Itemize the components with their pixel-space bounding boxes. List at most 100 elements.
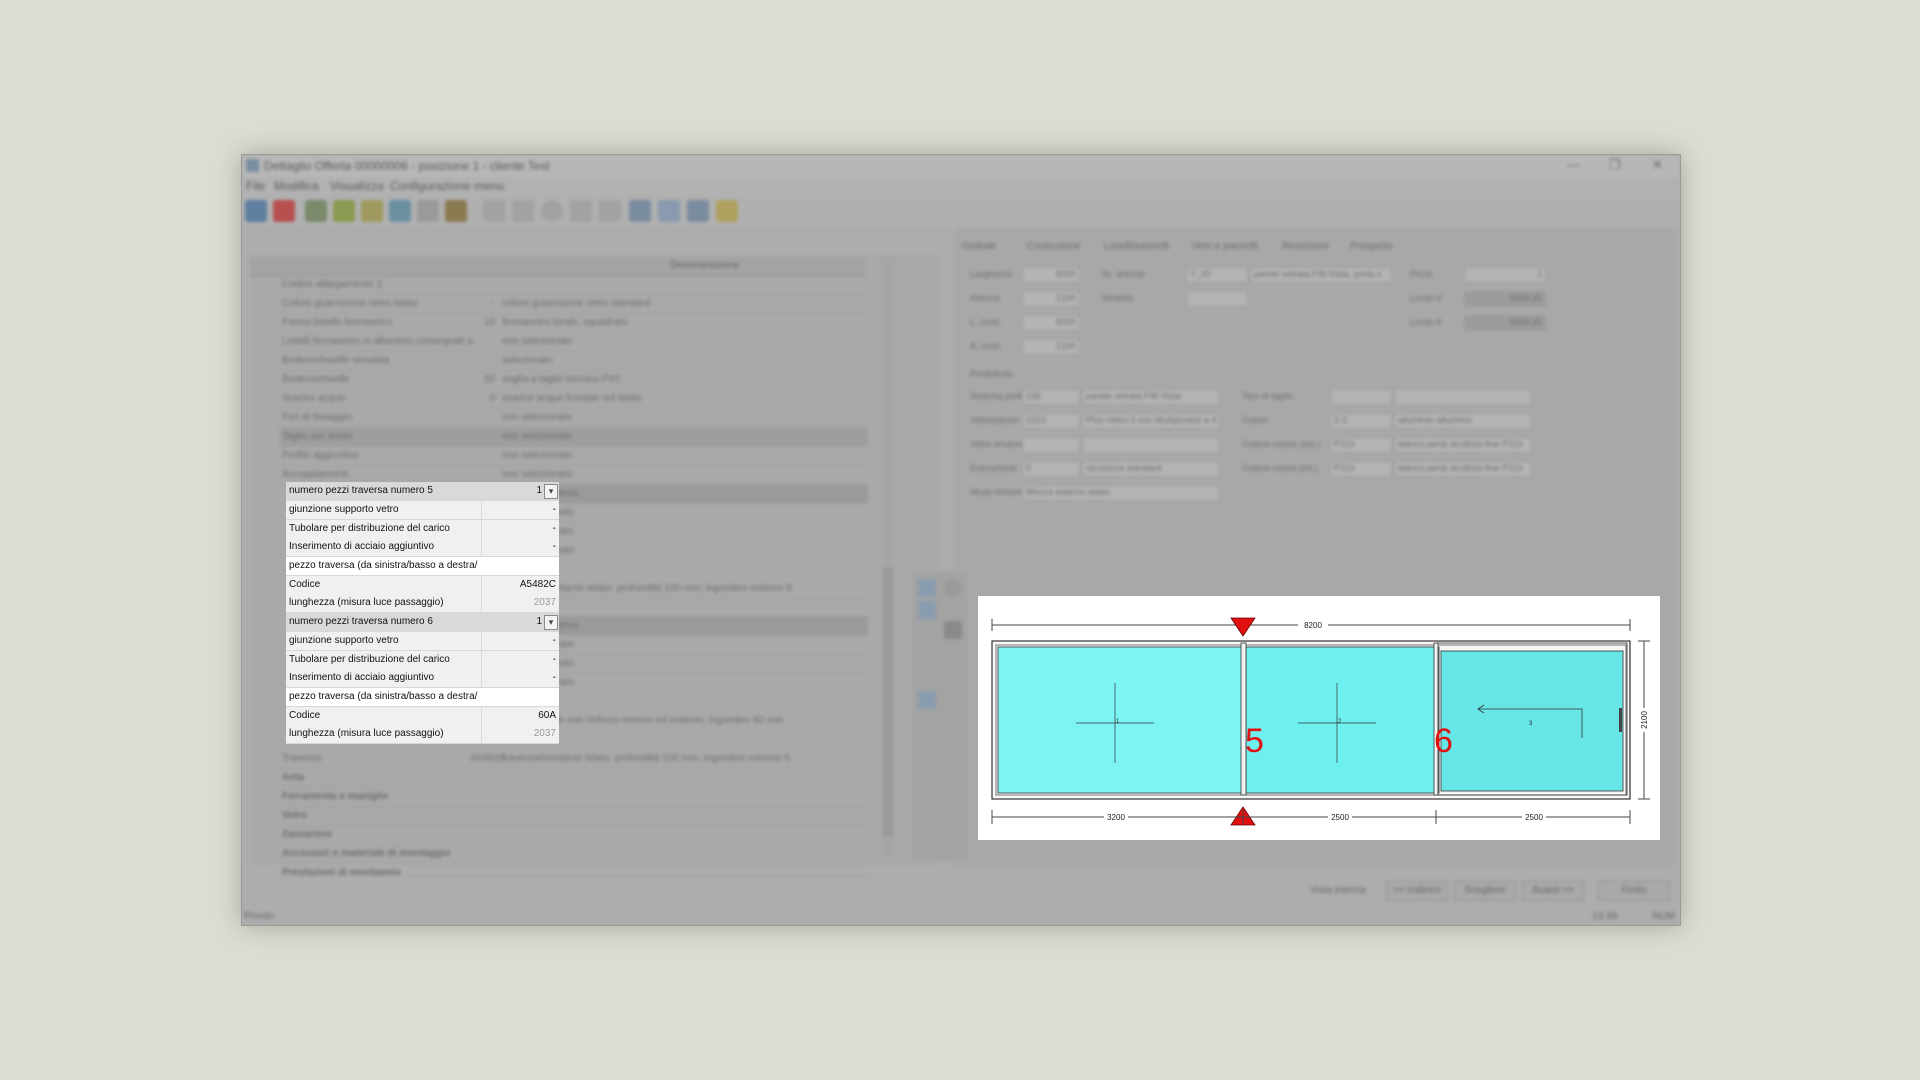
grid-row[interactable]: Listelli fermavetro in alluminio consegn… [280,332,868,352]
grid-row[interactable]: Codice allargamento 2 [280,275,868,295]
prev-record-icon[interactable] [512,200,534,222]
chevron-down-icon[interactable]: ▾ [544,484,558,499]
grid-row[interactable]: Forma listello fermavetro 10 fermavetro to… [280,313,868,333]
toolbar-shapes-icon[interactable] [389,200,411,222]
nr-articolo-field[interactable]: Y_00 [1186,267,1248,283]
maximize-icon[interactable]: ❐ [1609,157,1621,173]
grid-row[interactable]: Profilo aggiuntivo non selezionato [280,446,868,466]
grid-row[interactable]: Fori di fissaggio non selezionato [280,408,868,428]
table-row[interactable]: Tubolare per distribuzione del carico - [286,651,559,670]
tab-listelli[interactable]: Listelli/pannelli [1104,241,1169,252]
grid-row[interactable]: Zanzariere [280,825,868,845]
toolbar-wand-icon[interactable] [333,200,355,222]
table-row[interactable]: numero pezzi traversa numero 5 1 ▾ [286,482,559,501]
table-row[interactable]: pezzo traversa (da sinistra/basso a dest… [286,688,559,707]
grid-row[interactable]: Bodenschwelle 50 soglia a taglio termico P… [280,370,868,390]
finish-button[interactable]: Finito [1598,881,1670,901]
table-row[interactable]: numero pezzi traversa numero 6 1 ▾ [286,613,559,632]
toolbar-pencil-icon[interactable] [361,200,383,222]
vetro-ornamentale-field[interactable] [1022,437,1080,453]
toolbar-target-icon[interactable] [273,200,295,222]
table-row[interactable]: giunzione supporto vetro - [286,501,559,520]
esecuzione-field[interactable]: 0 [1022,461,1080,477]
tab-globale[interactable]: Globale [962,241,996,252]
l-costr-field[interactable]: 8200 [1022,315,1080,331]
choose-button[interactable]: Scegliere [1454,881,1516,901]
tab-restrizioni[interactable]: Restrizioni [1282,241,1329,252]
tab-costruzione[interactable]: Costruzione [1027,241,1080,252]
altezza-field[interactable]: 2100 [1022,291,1080,307]
table-row[interactable]: Codice 60A [286,707,559,726]
modello-field[interactable] [1186,291,1248,307]
vetro-desc: Pluo-Vetro 2 con Multiprotect a 4 [1082,413,1220,429]
colore-field[interactable]: 2-2 [1330,413,1392,429]
menu-visualizza[interactable]: Visualizza [330,179,384,193]
grid-row[interactable]: Ferramenta e maniglie [280,787,868,807]
toolbar-view3-icon[interactable] [687,200,709,222]
record-circle-icon[interactable] [541,200,563,222]
larghezza-field[interactable]: 8200 [1022,267,1080,283]
status-text: Pronto [244,911,274,922]
toolbar-tree-icon[interactable] [445,200,467,222]
next-button[interactable]: Avanti >> [1522,881,1584,901]
draw-delete-icon[interactable] [944,621,962,639]
tab-prospetto[interactable]: Prospetto [1350,241,1393,252]
draw-tool-icon[interactable] [918,579,936,597]
vetro-field[interactable]: 2323 [1022,413,1080,429]
a-costr-field[interactable]: 2100 [1022,339,1080,355]
table-row[interactable]: Inserimento di acciaio aggiuntivo - [286,669,559,688]
modo-immissione-select[interactable]: Misura esterno telaio [1022,485,1220,501]
table-row[interactable]: lunghezza (misura luce passaggio) 2037 [286,594,559,613]
menu-file[interactable]: File [246,179,265,193]
toolbar-view2-icon[interactable] [658,200,680,222]
esecuzione-desc: sicurezza standard [1082,461,1220,477]
last-record-icon[interactable] [599,200,621,222]
table-row[interactable]: giunzione supporto vetro - [286,632,559,651]
transom-label-5: 5 [1245,722,1264,760]
table-row[interactable]: Codice A5482C [286,576,559,595]
toolbar-view1-icon[interactable] [629,200,651,222]
chevron-down-icon[interactable]: ▾ [544,615,558,630]
grid-row[interactable]: Anta [280,768,868,788]
grid-scroll-thumb[interactable] [883,567,893,837]
draw-tool-icon[interactable] [918,691,936,709]
first-record-icon[interactable] [483,200,505,222]
toolbar-document-icon[interactable] [417,200,439,222]
grid-row[interactable]: Vetro [280,806,868,826]
toolbar-export-icon[interactable] [716,200,738,222]
grid-row[interactable]: Accessori e materiale di montaggio [280,844,868,864]
grid-row[interactable]: Traversa A5482C traversa/montante telaio: … [280,749,868,769]
draw-tool-icon[interactable] [918,601,936,619]
tab-vetri[interactable]: Vetri e pannelli [1192,241,1258,252]
toolbar-globe-icon[interactable] [245,200,267,222]
grid-row[interactable]: Bodenschwelle simulata selezionato [280,351,868,371]
minimize-icon[interactable]: — [1567,157,1580,172]
close-icon[interactable]: ✕ [1652,157,1663,173]
grid-row[interactable]: Prestazioni di montaggio [280,863,868,876]
grid-row[interactable]: Taglio per telaio non selezionato [280,427,868,447]
grid-scrollbar[interactable] [882,257,894,857]
sistema-field[interactable]: 136 [1022,389,1080,405]
menu-configurazione[interactable]: Configurazione menu [390,179,504,193]
segment-width-1: 3200 [1107,813,1125,822]
grid-row[interactable]: Colore guarnizione vetro telaio - colore g… [280,294,868,314]
grid-row[interactable]: Scarico acque 0 scarico acque frontale sul… [280,389,868,409]
toolbar-tools-icon[interactable] [305,200,327,222]
codice-colore-est-field[interactable]: P113 [1330,437,1392,453]
table-row[interactable]: pezzo traversa (da sinistra/basso a dest… [286,557,559,576]
menu-modifica[interactable]: Modifica [274,179,319,193]
tipo-taglio-field[interactable] [1330,389,1392,405]
transom-label-6: 6 [1434,722,1453,760]
grid-header: Denominazione [250,257,866,276]
back-button[interactable]: << Indietro [1386,881,1448,901]
window-elevation-drawing[interactable]: 8200 1 2 3 5 6 3200 2500 2500 2100 [978,596,1660,840]
table-row[interactable]: Tubolare per distribuzione del carico - [286,520,559,539]
table-row[interactable]: Inserimento di acciaio aggiuntivo - [286,538,559,557]
pezzi-field[interactable]: 1 [1464,267,1546,283]
vista-interna-label[interactable]: Vista interna [1310,885,1365,896]
next-record-icon[interactable] [570,200,592,222]
codice-colore-int-field[interactable]: P113 [1330,461,1392,477]
draw-rotate-icon[interactable] [944,579,962,597]
table-row[interactable]: lunghezza (misura luce passaggio) 2037 [286,725,559,744]
glass-panel-2 [1245,646,1440,794]
